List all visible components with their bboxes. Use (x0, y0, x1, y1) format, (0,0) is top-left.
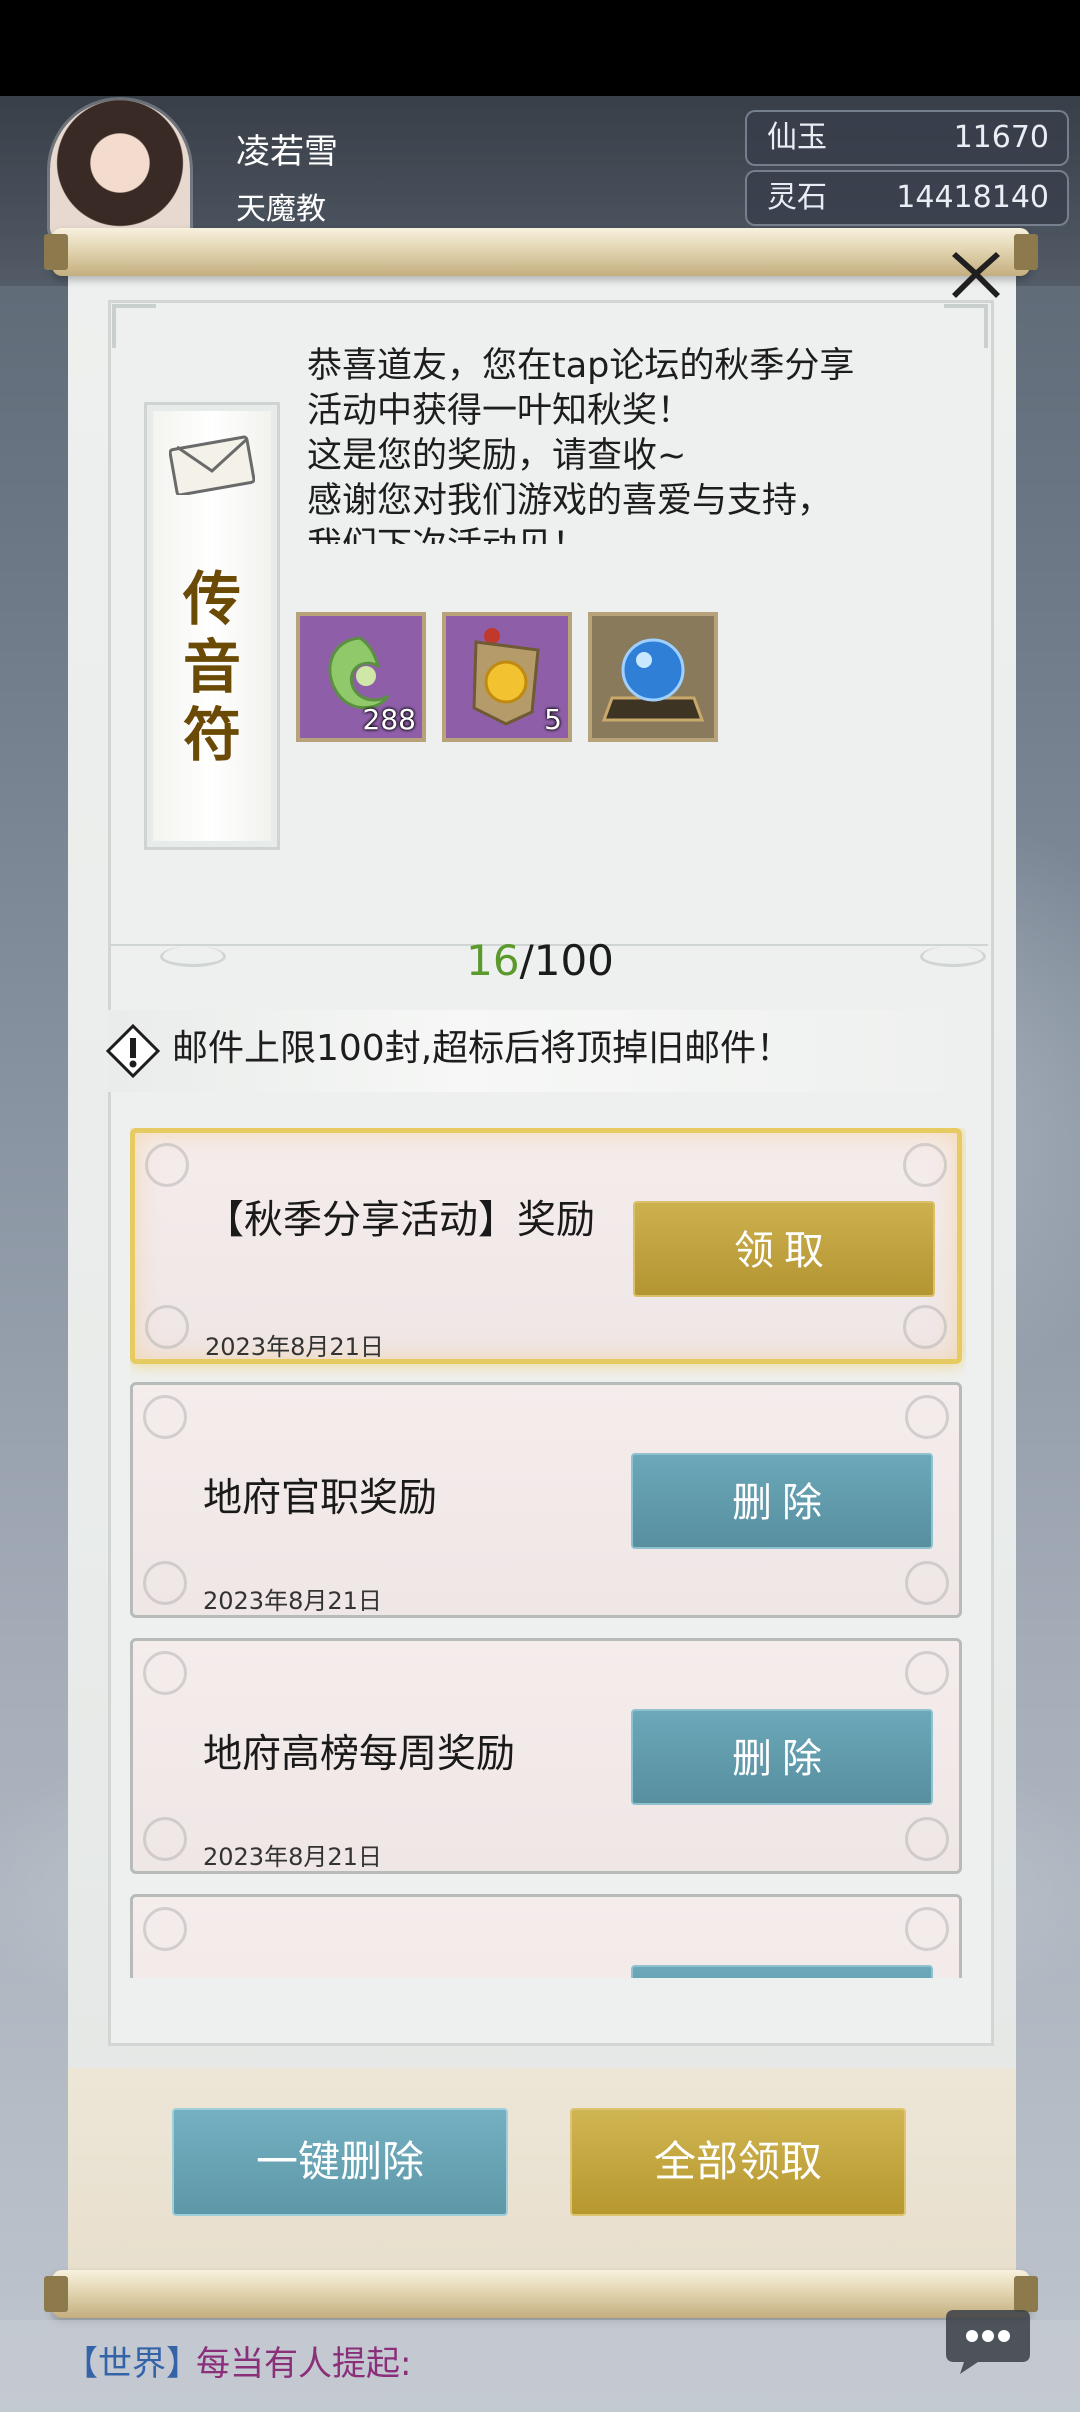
mail-count: 16/100 (0, 936, 1080, 985)
envelope-icon (169, 435, 255, 495)
currency-xianyu: 仙玉 11670 (745, 110, 1069, 166)
frame-corner-ornament (112, 304, 156, 348)
message-line: 恭喜道友，您在tap论坛的秋季分享 (307, 346, 855, 386)
corner-swirl (905, 1651, 949, 1695)
message-line: 我们下次活动见！ (307, 524, 947, 544)
corner-swirl (143, 1395, 187, 1439)
corner-swirl (905, 1817, 949, 1861)
currency-label: 灵石 (767, 180, 827, 215)
currency-lingshi: 灵石 14418140 (745, 170, 1069, 226)
chat-bubble-icon[interactable] (942, 2302, 1034, 2378)
blue-orb-icon (601, 638, 705, 722)
warning-text: 邮件上限100封,超标后将顶掉旧邮件！ (172, 1028, 793, 1069)
frame-corner-ornament (944, 304, 988, 348)
currency-label: 仙玉 (767, 120, 827, 155)
mail-item[interactable]: 地府高榜每周奖励 2023年8月21日 删除 (130, 1638, 962, 1874)
message-seal: 传 音 符 (144, 402, 280, 850)
scroll-rod-top (44, 228, 1038, 276)
mail-list[interactable]: 【秋季分享活动】奖励 2023年8月21日 领取 地府官职奖励 2023年8月2… (130, 1128, 966, 1978)
corner-swirl (903, 1305, 947, 1349)
mail-count-separator: / (519, 936, 534, 985)
mail-item[interactable]: 地府官职奖励 2023年8月21日 删除 (130, 1382, 962, 1618)
corner-swirl (143, 1561, 187, 1605)
corner-swirl (905, 1395, 949, 1439)
mail-message[interactable]: 恭喜道友，您在tap论坛的秋季分享 活动中获得一叶知秋奖！ 这是您的奖励，请查收… (307, 344, 947, 544)
delete-button[interactable] (631, 1965, 933, 1978)
mail-date: 2023年8月21日 (205, 1333, 384, 1361)
message-line: 这是您的奖励，请查收~ (307, 436, 687, 476)
player-sect: 天魔教 (236, 192, 326, 227)
reward-item[interactable]: 5 (442, 612, 572, 742)
seal-text: 传 音 符 (147, 565, 277, 769)
delete-button[interactable]: 删除 (631, 1453, 933, 1549)
mail-count-current: 16 (466, 936, 520, 985)
mail-item[interactable]: 【秋季分享活动】奖励 2023年8月21日 领取 (130, 1128, 962, 1364)
mail-date: 2023年8月21日 (203, 1587, 382, 1615)
reward-count: 5 (544, 703, 562, 736)
currency-value: 11670 (953, 120, 1049, 155)
mail-title: 地府高榜每周奖励 (203, 1732, 516, 1777)
player-name: 凌若雪 (236, 132, 338, 172)
corner-swirl (905, 1561, 949, 1605)
corner-swirl (143, 1907, 187, 1951)
mail-title: 地府官职奖励 (203, 1476, 438, 1521)
warning-icon (105, 1023, 161, 1079)
close-button[interactable] (946, 244, 1006, 304)
seal-char: 符 (182, 701, 241, 769)
game-screen: 凌若雪 天魔教 仙玉 11670 灵石 14418140 传 音 符 恭喜道友，… (0, 0, 1080, 2412)
player-avatar[interactable] (50, 100, 190, 240)
claim-button[interactable]: 领取 (633, 1201, 935, 1297)
seal-char: 传 (182, 565, 241, 633)
mail-count-max: 100 (533, 936, 614, 985)
reward-item[interactable]: 288 (296, 612, 426, 742)
scroll-rod-bottom (44, 2270, 1038, 2318)
mail-item[interactable] (130, 1894, 962, 1978)
currency-value: 14418140 (896, 180, 1049, 215)
corner-swirl (145, 1305, 189, 1349)
seal-char: 音 (182, 633, 241, 701)
corner-swirl (905, 1907, 949, 1951)
message-line: 感谢您对我们游戏的喜爱与支持， (307, 481, 833, 521)
status-bar (0, 0, 1080, 96)
chat-channel: 【世界】 (64, 2344, 200, 2384)
corner-swirl (143, 1817, 187, 1861)
message-line: 活动中获得一叶知秋奖！ (307, 391, 693, 431)
delete-button[interactable]: 删除 (631, 1709, 933, 1805)
close-icon (952, 252, 1000, 298)
mail-date: 2023年8月21日 (203, 1843, 382, 1871)
reward-count: 288 (362, 703, 416, 736)
delete-all-button[interactable]: 一键删除 (172, 2108, 508, 2216)
reward-item[interactable] (588, 612, 718, 742)
corner-swirl (143, 1651, 187, 1695)
claim-all-button[interactable]: 全部领取 (570, 2108, 906, 2216)
corner-swirl (903, 1143, 947, 1187)
chat-message: 每当有人提起: (196, 2344, 412, 2384)
corner-swirl (145, 1143, 189, 1187)
mail-title: 【秋季分享活动】奖励 (205, 1198, 596, 1243)
